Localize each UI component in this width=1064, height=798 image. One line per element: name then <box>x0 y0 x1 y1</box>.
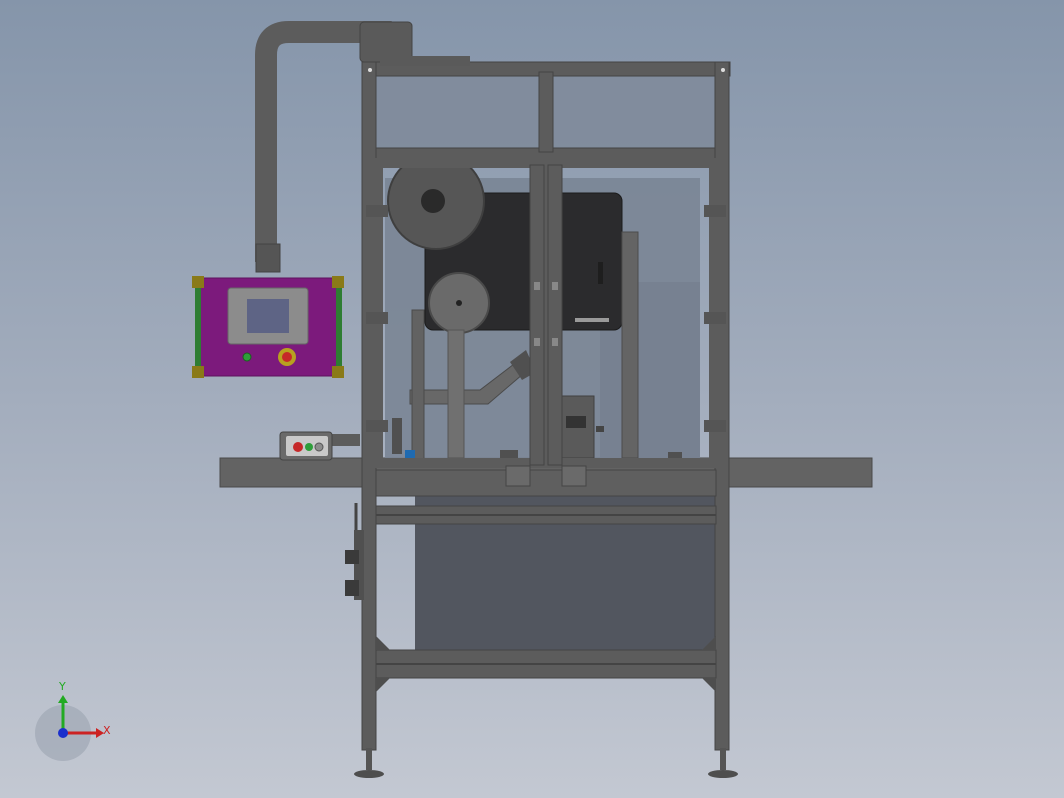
frame-bolt-tr <box>721 68 725 72</box>
control-box-corner-tl <box>192 276 204 288</box>
control-box-hinge-left <box>195 284 201 368</box>
blue-fitting <box>405 450 415 458</box>
printer-indicator <box>598 262 603 284</box>
triad-x-label: X <box>103 724 111 737</box>
door-latch-left[interactable] <box>505 465 531 487</box>
printer-column <box>621 231 639 459</box>
gusset-bl2 <box>376 678 390 692</box>
left-inner-post <box>411 309 425 461</box>
sensor-tab <box>596 426 604 432</box>
triad-y-arrow <box>58 695 68 703</box>
left-inner-post-2 <box>447 329 465 459</box>
conduit-mount-top <box>380 56 470 66</box>
door-hinge-1 <box>534 282 540 290</box>
foot-stem-right <box>720 748 726 770</box>
bracket-3 <box>366 312 388 324</box>
door-latch-right[interactable] <box>561 465 587 487</box>
label-supply-roll-core <box>421 189 445 213</box>
bracket-1 <box>366 205 388 217</box>
side-crank-handle-1[interactable] <box>345 550 359 564</box>
triad-z-axis <box>58 728 68 738</box>
control-box-corner-tr <box>332 276 344 288</box>
left-sensor[interactable] <box>392 418 402 454</box>
button-station-arm <box>330 434 360 446</box>
control-box-corner-bl <box>192 366 204 378</box>
printer-slot <box>575 318 609 322</box>
start-button[interactable] <box>242 352 252 362</box>
floor-block-2 <box>668 452 682 458</box>
bracket-6 <box>704 420 726 432</box>
foot-pad-right <box>708 770 738 778</box>
foot-stem-left <box>366 748 372 770</box>
gusset-bl <box>376 636 390 650</box>
machine-model[interactable] <box>0 0 1064 798</box>
gusset-br2 <box>702 678 716 692</box>
frame-conveyor-rail <box>375 469 717 497</box>
label-rewind-roll-core <box>456 300 462 306</box>
station-reset-button[interactable] <box>314 442 324 452</box>
floor-block-1 <box>500 450 518 458</box>
station-stop-button[interactable] <box>293 442 303 452</box>
frame-center-top-post <box>538 71 554 153</box>
e-stop-button[interactable] <box>282 352 292 362</box>
cad-graphics-viewport[interactable]: X Y <box>0 0 1064 798</box>
triad-y-label: Y <box>59 680 66 693</box>
foot-pad-left <box>354 770 384 778</box>
bracket-4 <box>704 312 726 324</box>
frame-bolt-tl <box>368 68 372 72</box>
control-box-hinge-right <box>336 284 342 368</box>
control-box-corner-br <box>332 366 344 378</box>
door-center-mullion-2 <box>547 164 563 466</box>
station-start-button[interactable] <box>305 443 313 451</box>
door-center-mullion <box>529 164 545 466</box>
side-crank-handle-2[interactable] <box>345 580 359 596</box>
door-hinge-2 <box>552 282 558 290</box>
hmi-screen[interactable] <box>247 299 289 333</box>
bracket-2 <box>704 205 726 217</box>
door-hinge-3 <box>534 338 540 346</box>
conduit-connector <box>255 243 281 273</box>
bracket-5 <box>366 420 388 432</box>
sensor-detail <box>566 416 586 428</box>
door-hinge-4 <box>552 338 558 346</box>
axis-triad[interactable] <box>35 695 104 761</box>
